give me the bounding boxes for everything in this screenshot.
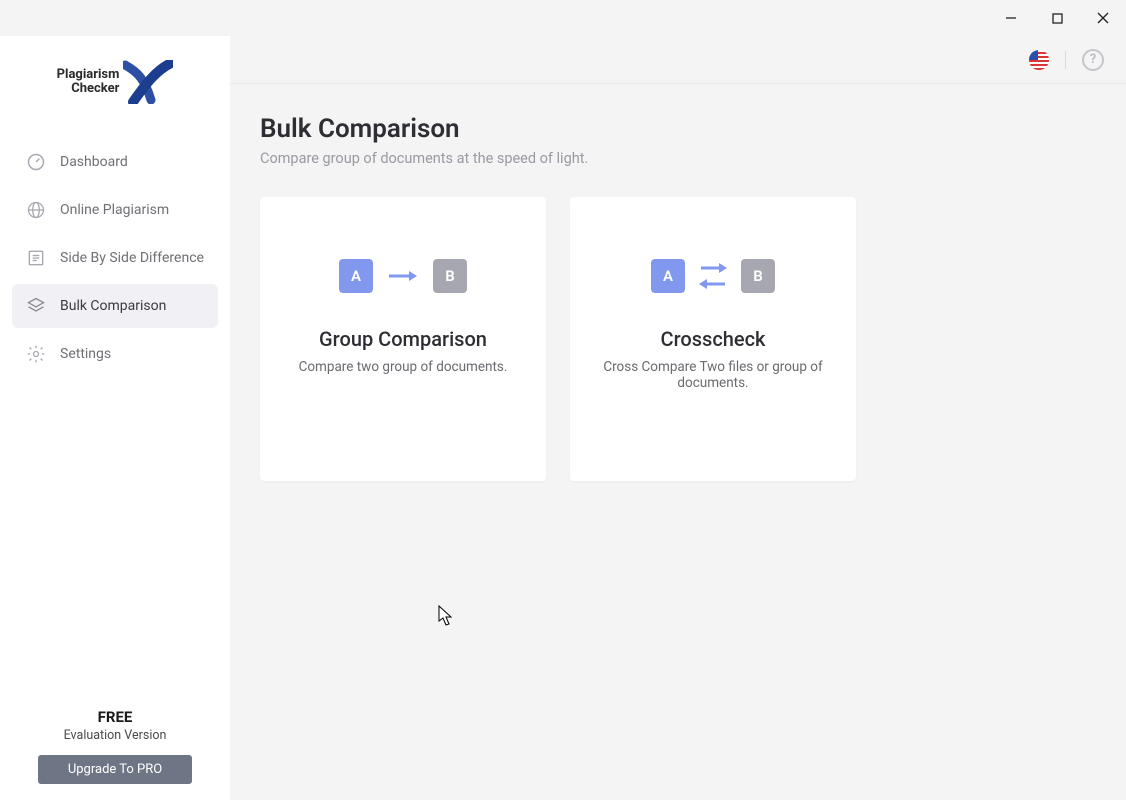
sidebar-item-side-by-side[interactable]: Side By Side Difference xyxy=(12,236,218,280)
page-subtitle: Compare group of documents at the speed … xyxy=(260,150,1096,167)
plan-tier-label: FREE xyxy=(16,708,214,726)
card-group-comparison[interactable]: A B Group Comparison Compare two group o… xyxy=(260,197,546,481)
sidebar-item-label: Dashboard xyxy=(60,154,128,170)
window-titlebar xyxy=(0,0,1126,36)
language-flag-icon[interactable] xyxy=(1029,50,1049,70)
globe-icon xyxy=(26,200,46,220)
help-icon[interactable]: ? xyxy=(1082,49,1104,71)
close-button[interactable] xyxy=(1080,0,1126,36)
sidebar-item-label: Bulk Comparison xyxy=(60,298,166,314)
card-title: Group Comparison xyxy=(319,327,487,351)
logo-text-line2: Checker xyxy=(57,82,120,96)
minimize-button[interactable] xyxy=(988,0,1034,36)
topbar: ? xyxy=(230,36,1126,84)
sidebar-item-settings[interactable]: Settings xyxy=(12,332,218,376)
app-logo: Plagiarism Checker xyxy=(0,50,230,132)
sidebar-item-label: Settings xyxy=(60,346,111,362)
sidebar-item-label: Online Plagiarism xyxy=(60,202,169,218)
card-title: Crosscheck xyxy=(661,327,766,351)
stack-icon xyxy=(26,296,46,316)
sidebar-item-online-plagiarism[interactable]: Online Plagiarism xyxy=(12,188,218,232)
main-panel: ? Bulk Comparison Compare group of docum… xyxy=(230,36,1126,800)
gear-icon xyxy=(26,344,46,364)
sidebar-item-dashboard[interactable]: Dashboard xyxy=(12,140,218,184)
topbar-separator xyxy=(1065,51,1066,69)
gauge-icon xyxy=(26,152,46,172)
logo-text-line1: Plagiarism xyxy=(57,68,120,82)
card-description: Compare two group of documents. xyxy=(299,359,508,375)
card-description: Cross Compare Two files or group of docu… xyxy=(598,359,828,391)
plan-subtitle-label: Evaluation Version xyxy=(16,728,214,743)
crosscheck-icon: A B xyxy=(651,247,775,305)
document-compare-icon xyxy=(26,248,46,268)
logo-x-icon xyxy=(123,60,173,104)
sidebar-item-bulk-comparison[interactable]: Bulk Comparison xyxy=(12,284,218,328)
group-comparison-icon: A B xyxy=(339,247,467,305)
sidebar: Plagiarism Checker Dashboard Online Plag… xyxy=(0,36,230,800)
sidebar-item-label: Side By Side Difference xyxy=(60,250,204,266)
page-title: Bulk Comparison xyxy=(260,114,1096,144)
upgrade-button[interactable]: Upgrade To PRO xyxy=(38,755,192,784)
maximize-button[interactable] xyxy=(1034,0,1080,36)
card-crosscheck[interactable]: A B Crosscheck Cross Compare Two files o… xyxy=(570,197,856,481)
